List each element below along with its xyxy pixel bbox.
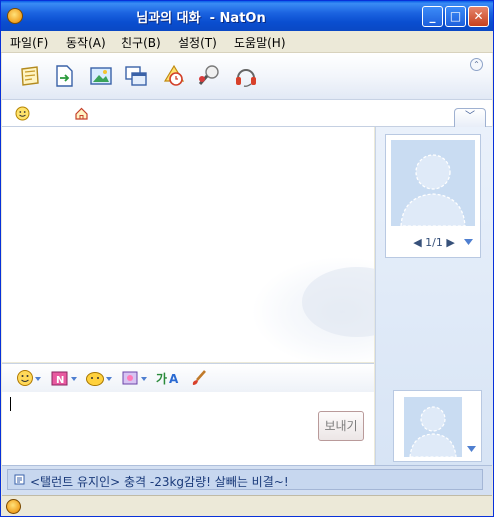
svg-text:N: N	[56, 375, 64, 386]
chat-history[interactable]	[2, 127, 412, 362]
alarm-icon[interactable]	[161, 63, 187, 89]
headset-icon[interactable]	[233, 63, 259, 89]
title-bar[interactable]: 님과의 대화 - NatOn _ □ ✕	[1, 1, 493, 31]
text-caret	[10, 397, 11, 411]
chat-window: 님과의 대화 - NatOn _ □ ✕ 파일(F) 동작(A) 친구(B) 설…	[0, 0, 494, 517]
my-avatar[interactable]	[404, 397, 462, 457]
close-button[interactable]: ✕	[468, 6, 489, 27]
naton-status-icon[interactable]	[6, 499, 21, 514]
file-send-icon[interactable]	[51, 63, 77, 89]
send-button[interactable]: 보내기	[318, 411, 364, 441]
voice-icon[interactable]	[196, 63, 222, 89]
flash-con-icon[interactable]: N	[50, 369, 78, 387]
ad-bar: <탤런트 유지인> 충격 -23kg감량! 살빼는 비결~!	[2, 465, 492, 495]
message-input[interactable]: 보내기	[2, 392, 374, 465]
svg-text:가: 가	[156, 371, 167, 386]
person-silhouette-icon	[400, 154, 466, 226]
brush-icon[interactable]	[190, 369, 208, 387]
window-title: 님과의 대화 - NatOn	[136, 11, 266, 26]
minimize-button[interactable]: _	[422, 6, 443, 27]
ad-text[interactable]: <탤런트 유지인> 충격 -23kg감량! 살빼는 비결~!	[30, 473, 289, 490]
profile-panel: ◀ 1/1 ▶	[375, 127, 493, 465]
expand-tab[interactable]: ﹀	[454, 108, 486, 127]
menu-action[interactable]: 동작(A)	[66, 34, 106, 51]
font-style-icon[interactable]: 가 A	[155, 369, 181, 387]
friend-avatar[interactable]	[391, 140, 475, 226]
dancing-con-icon[interactable]	[85, 369, 113, 387]
status-bar	[2, 495, 492, 516]
ad-banner[interactable]: <탤런트 유지인> 충격 -23kg감량! 살빼는 비결~!	[7, 469, 483, 490]
menu-help[interactable]: 도움말(H)	[234, 34, 286, 51]
menu-file[interactable]: 파일(F)	[10, 34, 48, 51]
chevron-down-icon[interactable]	[463, 238, 474, 246]
svg-text:A: A	[169, 372, 179, 386]
person-silhouette-icon	[409, 406, 457, 457]
my-avatar-frame	[393, 390, 482, 462]
notice-icon	[14, 474, 25, 485]
info-strip: ﹀	[2, 100, 492, 127]
menu-bar: 파일(F) 동작(A) 친구(B) 설정(T) 도움말(H)	[1, 31, 493, 53]
window-icon[interactable]	[123, 63, 149, 89]
photo-icon[interactable]	[88, 63, 114, 89]
menu-friends[interactable]: 친구(B)	[121, 34, 161, 51]
friend-avatar-frame: ◀ 1/1 ▶	[385, 134, 481, 258]
input-toolbar: N 가 A	[2, 363, 374, 393]
emoticon-icon[interactable]	[16, 369, 42, 387]
menu-settings[interactable]: 설정(T)	[178, 34, 217, 51]
chevron-down-icon[interactable]	[466, 445, 477, 453]
smiley-status-icon[interactable]	[15, 106, 30, 121]
maximize-button[interactable]: □	[445, 6, 466, 27]
memo-icon[interactable]	[17, 63, 43, 89]
main-toolbar: ⌃	[2, 53, 492, 100]
toolbar-collapse-button[interactable]: ⌃	[470, 58, 483, 71]
image-con-icon[interactable]	[120, 369, 148, 387]
minihompy-icon[interactable]	[74, 106, 89, 121]
